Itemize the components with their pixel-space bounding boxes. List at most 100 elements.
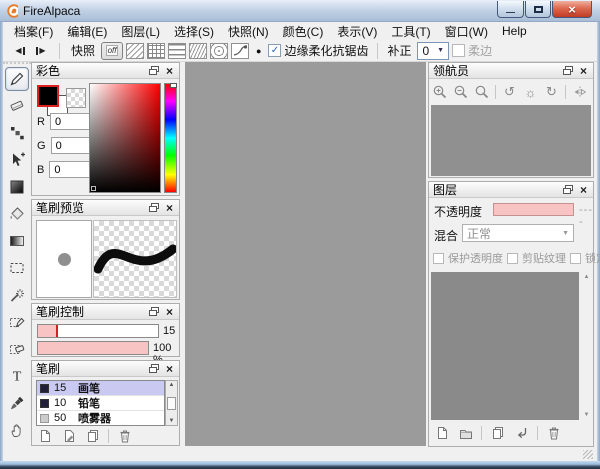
blend-mode-dropdown[interactable]: 正常 ▼ [462, 224, 574, 242]
zoom-out-icon[interactable] [453, 84, 468, 100]
foreground-color-swatch[interactable] [37, 85, 59, 107]
flip-horizontal-icon[interactable] [572, 84, 587, 100]
fill-tool[interactable] [5, 175, 29, 199]
text-tool[interactable]: T [5, 364, 29, 388]
antialias-checkbox[interactable]: ✓ [268, 44, 281, 57]
menu-tools[interactable]: 工具(T) [384, 22, 437, 41]
maximize-button[interactable] [525, 1, 551, 18]
duplicate-layer-button[interactable] [489, 425, 506, 440]
scroll-up-icon[interactable]: ▲ [169, 382, 175, 388]
scroll-down-icon[interactable]: ▼ [169, 418, 175, 424]
correction-dropdown[interactable]: 0 ▼ [417, 42, 449, 60]
move-tool[interactable] [5, 148, 29, 172]
new-folder-button[interactable] [457, 425, 474, 440]
protect-alpha-checkbox[interactable] [433, 253, 444, 264]
close-panel-icon[interactable]: × [578, 65, 589, 76]
select-eraser-tool[interactable] [5, 337, 29, 361]
soft-edge-checkbox[interactable] [452, 44, 465, 57]
float-panel-icon[interactable] [148, 65, 159, 76]
opacity-value: ---- [579, 204, 593, 228]
close-panel-icon[interactable]: × [164, 363, 175, 374]
duplicate-brush-button[interactable] [84, 428, 101, 443]
eyedropper-tool[interactable] [5, 391, 29, 415]
undo-button[interactable]: ◀ [11, 43, 29, 59]
saturation-value-picker[interactable] [89, 83, 161, 193]
zoom-in-icon[interactable] [432, 84, 447, 100]
lock-checkbox[interactable] [570, 253, 581, 264]
zoom-reset-icon[interactable] [474, 84, 489, 100]
snapshot-off-button[interactable]: off [101, 42, 123, 60]
select-rect-tool[interactable] [5, 256, 29, 280]
edit-brush-button[interactable] [60, 428, 77, 443]
merge-down-button[interactable] [513, 425, 530, 440]
menu-file[interactable]: 档案(F) [7, 22, 60, 41]
transparent-color-swatch[interactable] [66, 88, 86, 108]
new-layer-button[interactable] [433, 425, 450, 440]
delete-brush-button[interactable] [116, 428, 133, 443]
minimize-button[interactable]: — [497, 1, 524, 18]
new-brush-button[interactable] [36, 428, 53, 443]
blue-field[interactable] [49, 161, 91, 178]
close-panel-icon[interactable]: × [164, 202, 175, 213]
hue-slider[interactable] [164, 83, 177, 193]
snapshot-hlines-button[interactable] [168, 43, 186, 59]
brush-preview-title: 笔刷预览 [36, 199, 143, 216]
clipping-checkbox[interactable] [507, 253, 518, 264]
layer-list-scrollbar[interactable]: ▲ ▼ [581, 272, 592, 420]
close-panel-icon[interactable]: × [164, 65, 175, 76]
brush-list-scrollbar[interactable]: ▲ ▼ [165, 380, 178, 426]
snapshot-grid-button[interactable] [147, 43, 165, 59]
magic-wand-tool[interactable] [5, 283, 29, 307]
brush-size-slider[interactable] [37, 324, 159, 338]
menu-layer[interactable]: 图层(L) [114, 22, 167, 41]
menu-color[interactable]: 颜色(C) [276, 22, 331, 41]
eraser-tool[interactable] [5, 94, 29, 118]
rotate-right-icon[interactable]: ↻ [544, 84, 559, 100]
brush-name: 铅笔 [78, 395, 100, 411]
menu-window[interactable]: 窗口(W) [438, 22, 495, 41]
delete-layer-button[interactable] [545, 425, 562, 440]
scroll-up-icon[interactable]: ▲ [584, 274, 590, 280]
brush-list-item[interactable]: 15 画笔 [37, 381, 164, 396]
snapshot-perspective-button[interactable] [189, 43, 207, 59]
scrollbar-thumb[interactable] [167, 397, 176, 410]
snapshot-hatch-button[interactable] [126, 43, 144, 59]
scroll-down-icon[interactable]: ▼ [584, 412, 590, 418]
gradient-tool[interactable] [5, 229, 29, 253]
snapshot-curve-button[interactable] [231, 43, 249, 59]
menu-edit[interactable]: 编辑(E) [60, 22, 114, 41]
brush-list-item[interactable]: 50 喷雾器 [37, 411, 164, 426]
brush-opacity-slider[interactable] [37, 341, 149, 355]
close-button[interactable]: × [552, 1, 592, 18]
brush-name: 喷雾器 [78, 410, 111, 426]
canvas-area[interactable] [185, 62, 426, 446]
opacity-slider[interactable] [493, 203, 574, 216]
titlebar[interactable]: FireAlpaca — × [0, 0, 600, 22]
snapshot-concentric-button[interactable] [210, 43, 228, 59]
menu-help[interactable]: Help [495, 23, 534, 39]
menu-snapshot[interactable]: 快照(N) [221, 22, 276, 41]
smudge-tool[interactable] [5, 121, 29, 145]
float-panel-icon[interactable] [148, 306, 159, 317]
resize-grip[interactable] [583, 450, 593, 459]
menu-select[interactable]: 选择(S) [167, 22, 221, 41]
float-panel-icon[interactable] [562, 184, 573, 195]
menu-view[interactable]: 表示(V) [330, 22, 384, 41]
navigator-preview[interactable] [431, 105, 591, 176]
red-field[interactable] [50, 113, 92, 130]
layer-list[interactable] [431, 272, 579, 420]
close-panel-icon[interactable]: × [164, 306, 175, 317]
rotate-left-icon[interactable]: ↺ [502, 84, 517, 100]
redo-button[interactable]: ▶ [32, 43, 50, 59]
reset-rotation-icon[interactable]: ☼ [523, 84, 538, 100]
hand-tool[interactable] [5, 418, 29, 442]
bucket-tool[interactable] [5, 202, 29, 226]
close-panel-icon[interactable]: × [578, 184, 589, 195]
float-panel-icon[interactable] [148, 363, 159, 374]
float-panel-icon[interactable] [562, 65, 573, 76]
pen-tool[interactable] [5, 67, 29, 91]
brush-list-item[interactable]: 10 铅笔 [37, 396, 164, 411]
float-panel-icon[interactable] [148, 202, 159, 213]
select-pen-tool[interactable] [5, 310, 29, 334]
green-field[interactable] [51, 137, 93, 154]
